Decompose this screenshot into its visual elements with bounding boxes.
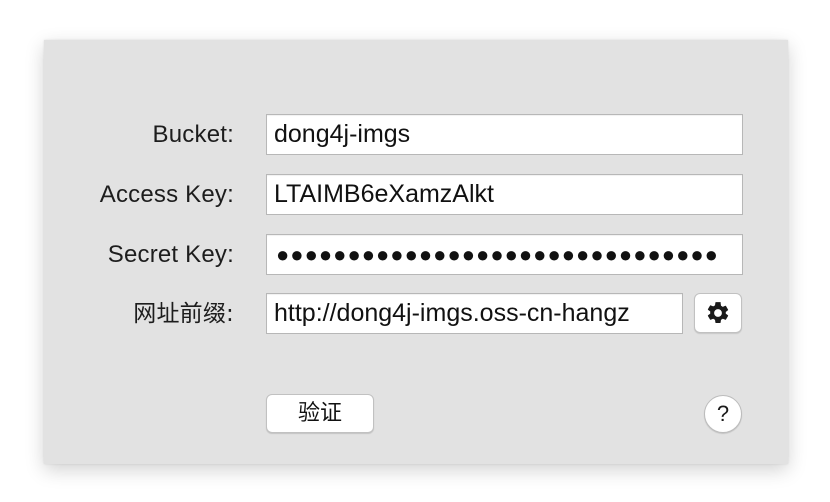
settings-panel: Bucket: dong4j-imgs Access Key: LTAIMB6e… — [44, 40, 788, 464]
bucket-label: Bucket: — [152, 121, 234, 148]
access-key-field[interactable]: LTAIMB6eXamzAlkt — [266, 174, 743, 215]
page: Bucket: dong4j-imgs Access Key: LTAIMB6e… — [0, 0, 830, 502]
url-prefix-field[interactable]: http://dong4j-imgs.oss-cn-hangz — [266, 293, 683, 334]
gear-icon — [707, 302, 729, 323]
url-prefix-label: 网址前缀: — [133, 301, 234, 327]
secret-key-label: Secret Key: — [107, 241, 234, 268]
secret-key-field[interactable]: ●●●●●●●●●●●●●●●●●●●●●●●●●●●●●●● — [266, 234, 743, 275]
settings-gear-button[interactable] — [694, 293, 742, 333]
access-key-label: Access Key: — [99, 181, 234, 208]
help-button[interactable]: ? — [704, 395, 742, 433]
verify-button[interactable]: 验证 — [266, 394, 374, 433]
bucket-field[interactable]: dong4j-imgs — [266, 114, 743, 155]
